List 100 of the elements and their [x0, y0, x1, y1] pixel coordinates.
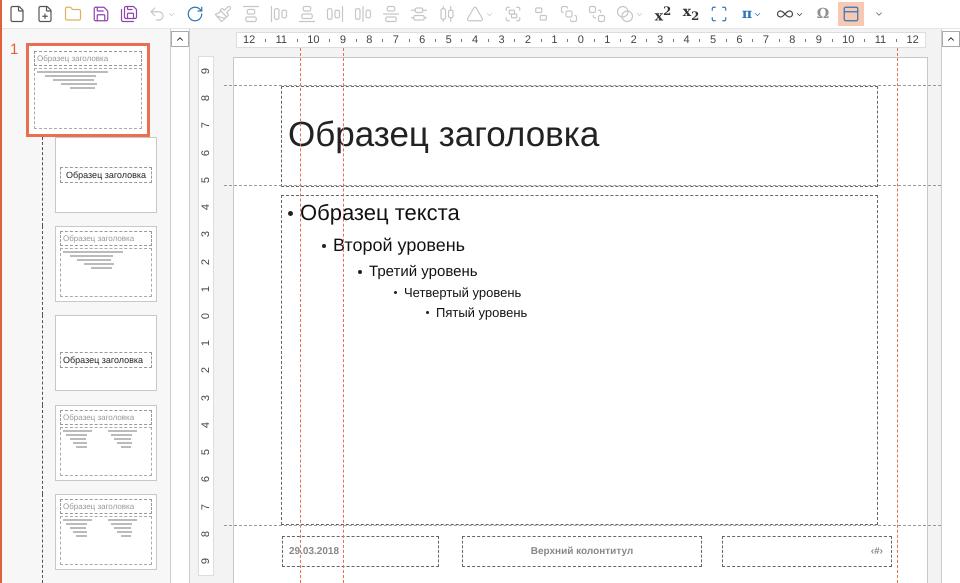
page-icon	[36, 5, 54, 23]
bullet-text: Пятый уровень	[436, 305, 528, 320]
ruler-number: 8	[200, 530, 212, 537]
ruler-number: 12	[243, 34, 256, 46]
thumbnail-title: Образец заголовка	[60, 352, 152, 368]
folder-icon	[64, 5, 82, 23]
circles-icon	[616, 5, 634, 23]
ruler-number: 1	[200, 340, 212, 346]
floppy-disk-icon	[120, 5, 138, 23]
ruler-number: 6	[736, 34, 743, 46]
ruler-number: 9	[816, 34, 822, 46]
paintbrush-icon	[214, 5, 232, 23]
slide-thumbnail[interactable]: Образец заголовка	[26, 43, 150, 137]
ungroup-icon	[532, 5, 550, 23]
ruler-number: 7	[392, 34, 399, 46]
ruler-number: 4	[472, 34, 478, 46]
ruler-number: 8	[789, 34, 796, 46]
align-left-icon	[270, 5, 288, 23]
bullet-text: Третий уровень	[369, 263, 478, 280]
layers-icon	[588, 5, 606, 23]
ruler-number: 9	[200, 68, 212, 74]
footer-text: Верхний колонтитул	[530, 546, 634, 557]
ruler-number: 8	[200, 95, 212, 102]
ruler-number: 2	[630, 34, 637, 46]
ruler-number: 5	[200, 449, 212, 456]
scroll-up-button[interactable]	[942, 31, 960, 47]
ruler-number: 2	[524, 34, 532, 46]
slide-thumbnail[interactable]: Образец заголовка	[55, 315, 157, 392]
ruler-number: 6	[200, 150, 212, 156]
bullet-icon	[322, 244, 326, 248]
ruler-number: 7	[200, 122, 212, 128]
align-top-icon	[242, 5, 260, 23]
body-placeholder[interactable]: Образец текста Второй уровень Третий уровень Четвертый уровень Пятый уровень	[281, 195, 878, 525]
ruler-number: 4	[200, 204, 212, 210]
distribute-icon	[410, 5, 428, 23]
bullet-icon	[288, 210, 293, 216]
slide-title: Образец заголовка	[288, 115, 600, 155]
ruler-number: 4	[684, 34, 690, 46]
thumbnail-title: Образец заголовка	[60, 167, 152, 183]
slide-thumbnail[interactable]: Образец заголовка	[55, 494, 157, 570]
ruler-view-button[interactable]	[838, 2, 864, 26]
distribute-icon	[438, 5, 456, 23]
slide-number-placeholder[interactable]: ‹#›	[722, 536, 892, 567]
ruler-number: 3	[498, 34, 505, 46]
bullet-icon	[426, 311, 429, 314]
align-right-icon	[326, 5, 344, 23]
bullet-icon	[394, 291, 397, 294]
ruler-number: 5	[200, 176, 212, 183]
align-center-icon	[354, 5, 372, 23]
bullet-icon	[358, 270, 362, 274]
bullet-text: Второй уровень	[333, 235, 466, 256]
slide-thumbnail[interactable]: Образец заголовка	[55, 226, 157, 302]
thumbnail-title: Образец заголовка	[60, 231, 152, 246]
ruler-number: 9	[200, 558, 212, 564]
undo-icon	[148, 5, 166, 23]
page-icon	[8, 5, 26, 23]
ruler-number: 3	[200, 231, 212, 238]
ruler-number: 11	[276, 34, 287, 46]
ruler-number: 5	[710, 34, 716, 46]
thumbnail-title: Образец заголовка	[60, 498, 152, 514]
ruler-number: 1	[551, 34, 558, 46]
scroll-up-button[interactable]	[171, 31, 189, 47]
triangle-icon	[466, 5, 484, 23]
align-middle-icon	[382, 5, 400, 23]
bullet-text: Четвертый уровень	[404, 285, 522, 300]
window-icon	[842, 5, 860, 23]
layers-icon	[560, 5, 578, 23]
date-placeholder[interactable]: 29.03.2018	[282, 536, 439, 567]
align-bottom-icon	[298, 5, 316, 23]
ruler-number: 10	[842, 34, 854, 46]
insert-symbol-button[interactable]: x$_{2}$	[678, 2, 704, 26]
ruler-number: 2	[200, 258, 212, 265]
ruler-number: 2	[200, 367, 212, 374]
ruler-number: 1	[200, 286, 212, 292]
title-placeholder[interactable]: Образец заголовка	[281, 86, 878, 187]
ruler-number: 3	[657, 34, 664, 46]
ruler-number: 11	[874, 34, 886, 46]
ruler-number: 7	[762, 34, 769, 46]
thumbnail-title: Образец заголовка	[34, 51, 142, 66]
ruler-number: 4	[200, 422, 212, 428]
ruler-number: 1	[604, 34, 610, 46]
ruler-number: 10	[307, 34, 320, 46]
ruler-number: 0	[578, 34, 584, 46]
footer-placeholder[interactable]: Верхний колонтитул	[462, 536, 702, 567]
group-icon	[504, 5, 522, 23]
slide-thumbnail[interactable]: Образец заголовка	[55, 137, 157, 213]
footer-date: 29.03.2018	[289, 546, 340, 557]
ruler-number: 9	[340, 34, 346, 46]
thumbnail-title: Образец заголовка	[60, 410, 152, 425]
slide-number: 1	[10, 41, 20, 58]
ruler-number: 6	[419, 34, 426, 46]
redo-icon	[186, 5, 204, 23]
ruler-number: 7	[200, 503, 212, 510]
insert-symbol-button[interactable]: x$^{2}$	[650, 2, 676, 26]
ruler-number: 12	[906, 34, 919, 46]
slide-thumbnail[interactable]: Образец заголовка	[55, 404, 157, 481]
bullet-text: Образец текста	[300, 200, 460, 226]
insert-symbol-button[interactable]: π	[734, 2, 770, 26]
ruler-number: 3	[200, 394, 212, 401]
ruler-number: 0	[200, 312, 212, 320]
